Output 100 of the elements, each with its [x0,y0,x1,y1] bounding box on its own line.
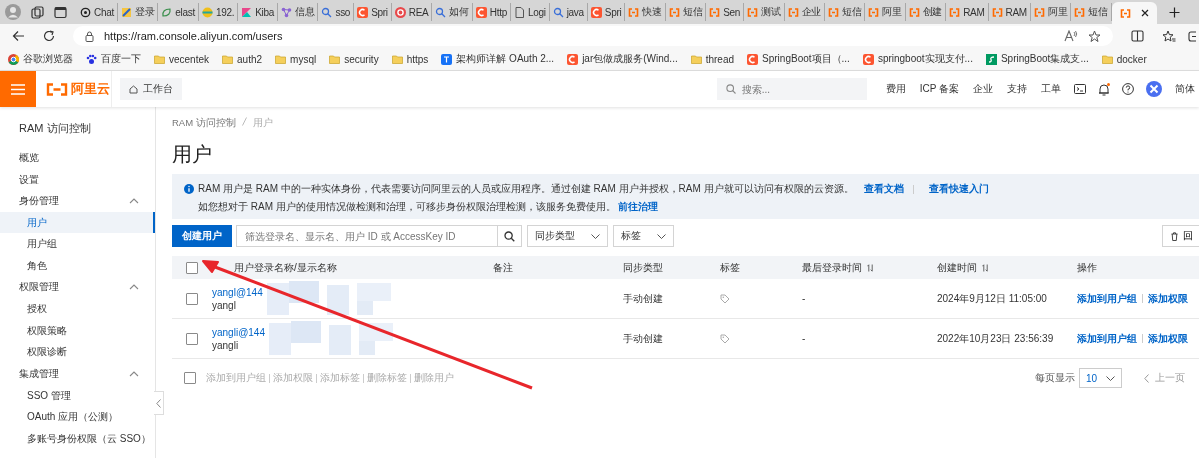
split-screen-icon[interactable] [1131,30,1144,42]
recycle-bin-button[interactable]: 回 [1162,225,1199,247]
bookmark[interactable]: springboot实现支付... [862,52,973,66]
header-link[interactable]: 企业 [973,82,993,96]
browser-tab[interactable]: REA [391,3,433,21]
language-link[interactable]: 简体 [1175,82,1195,96]
bookmark[interactable]: docker [1101,53,1147,65]
terminal-icon[interactable] [1074,84,1086,94]
sidebar-item[interactable]: 概览 [0,147,155,169]
close-icon[interactable] [1140,9,1149,17]
action-link[interactable]: 添加权限 [1148,291,1188,306]
create-user-button[interactable]: 创建用户 [172,225,232,247]
bookmark[interactable]: security [329,53,379,65]
sidebar-item[interactable]: OAuth 应用（公测） [0,406,155,428]
bookmark[interactable]: vecentek [154,53,210,65]
header-link[interactable]: 支持 [1007,82,1027,96]
tab-actions-icon[interactable] [54,5,67,19]
breadcrumb-link[interactable]: RAM 访问控制 [172,117,236,130]
bookmark[interactable]: 百度一下 [86,52,141,66]
lock-icon[interactable] [85,30,94,42]
star-icon[interactable] [1088,29,1101,43]
browser-tab[interactable]: 短信 [1071,3,1112,21]
browser-tab[interactable]: Kiba [238,3,279,21]
browser-tab[interactable]: Chat [77,3,118,21]
browser-tab[interactable]: 快速 [625,3,666,21]
bookmark[interactable]: auth2 [222,53,263,65]
browser-tab[interactable]: RAM [946,3,989,21]
browser-tab[interactable]: 创建 [905,3,947,21]
page-size-select[interactable]: 10 [1079,368,1122,388]
browser-tab[interactable]: 如何 [432,3,473,21]
user-link[interactable]: yangl@144 [212,286,263,298]
sidebar-item[interactable]: 权限诊断 [0,341,155,363]
action-link[interactable]: 添加权限 [1148,331,1188,346]
bell-icon[interactable] [1098,82,1110,96]
search-field[interactable]: 筛选登录名、显示名、用户 ID 或 AccessKey ID [236,225,498,247]
browser-tab[interactable]: Spri [354,3,392,21]
browser-tab[interactable]: 阿里 [865,3,906,21]
checkbox[interactable] [186,261,198,274]
browser-tab[interactable]: 192. [198,3,239,21]
sidebar-item[interactable]: 设置 [0,168,155,191]
read-aloud-icon[interactable] [1064,30,1078,42]
bookmark[interactable]: jar包做成服务(Wind... [567,52,678,66]
new-tab-icon[interactable] [1168,6,1180,18]
search-button[interactable] [498,225,522,247]
collections-icon[interactable] [1188,29,1196,43]
address-field[interactable]: https://ram.console.aliyun.com/users [73,26,1113,46]
checkbox[interactable] [186,332,198,345]
browser-tab[interactable]: java [549,3,588,21]
sidebar-group[interactable]: 权限管理 [0,276,155,299]
browser-tab[interactable]: 短信 [665,3,707,21]
favorites-icon[interactable] [1162,29,1176,43]
bookmark[interactable]: thread [690,53,735,65]
action-link[interactable]: 添加到用户组 [1077,331,1137,346]
reload-icon[interactable] [43,30,55,42]
sidebar-item[interactable]: 用户组 [0,233,155,255]
browser-tab[interactable]: 阿里 [1030,3,1072,21]
filter-select[interactable]: 标签 [613,225,674,247]
info-link[interactable]: 查看快速入门 [928,182,989,196]
header-link[interactable]: ICP 备案 [919,82,959,96]
workspaces-icon[interactable] [31,5,44,19]
browser-tab[interactable]: elast [158,3,199,21]
sidebar-group[interactable]: 集成管理 [0,362,155,385]
sidebar-item[interactable]: 权限策略 [0,319,155,342]
sidebar-item[interactable]: 授权 [0,298,155,320]
browser-tab[interactable]: 短信 [824,3,866,21]
bookmark[interactable]: 架构师详解 OAuth 2... [441,52,555,66]
sort-icon[interactable] [867,263,874,272]
workbench-button[interactable]: 工作台 [120,78,182,100]
browser-tab[interactable]: 信息 [278,3,319,21]
sidebar-item[interactable]: 多账号身份权限（云 SSO） [0,427,155,450]
filter-select[interactable]: 同步类型 [527,225,608,247]
browser-tab[interactable]: Logi [510,3,550,21]
header-link[interactable]: 费用 [885,82,906,96]
header-link[interactable]: 工单 [1041,82,1061,96]
browser-tab[interactable]: 企业 [784,3,825,21]
search-field[interactable]: 搜索... [716,78,867,100]
browser-tab[interactable]: sso [318,3,355,21]
sort-icon[interactable] [982,263,989,272]
checkbox[interactable] [184,372,196,384]
user-link[interactable]: yangli@144 [212,326,265,338]
bookmark[interactable]: SpringBoot集成支... [985,52,1089,66]
info-link[interactable]: 查看文档 [863,182,904,196]
action-link[interactable]: 添加到用户组 [1077,291,1137,306]
browser-tab[interactable]: 测试 [744,3,785,21]
bookmark[interactable]: mysql [275,53,317,65]
browser-tab[interactable]: Http [472,3,511,21]
browser-tab[interactable]: 登录 [117,3,159,21]
avatar-icon[interactable] [1146,81,1162,97]
help-icon[interactable] [1122,83,1134,95]
browser-tab[interactable]: Sen [706,3,745,21]
sidebar-item[interactable]: 角色 [0,254,155,277]
bookmark[interactable]: https [391,53,429,65]
checkbox[interactable] [186,292,198,305]
back-icon[interactable] [12,30,25,42]
info-link[interactable]: 前往治理 [617,200,658,214]
sidebar-item[interactable]: 用户 [0,211,155,234]
bookmark[interactable]: SpringBoot项目（... [747,52,850,66]
sidebar-group[interactable]: 身份管理 [0,190,155,212]
browser-tab[interactable]: RAM [988,3,1031,21]
sidebar-item[interactable]: SSO 管理 [0,384,155,407]
